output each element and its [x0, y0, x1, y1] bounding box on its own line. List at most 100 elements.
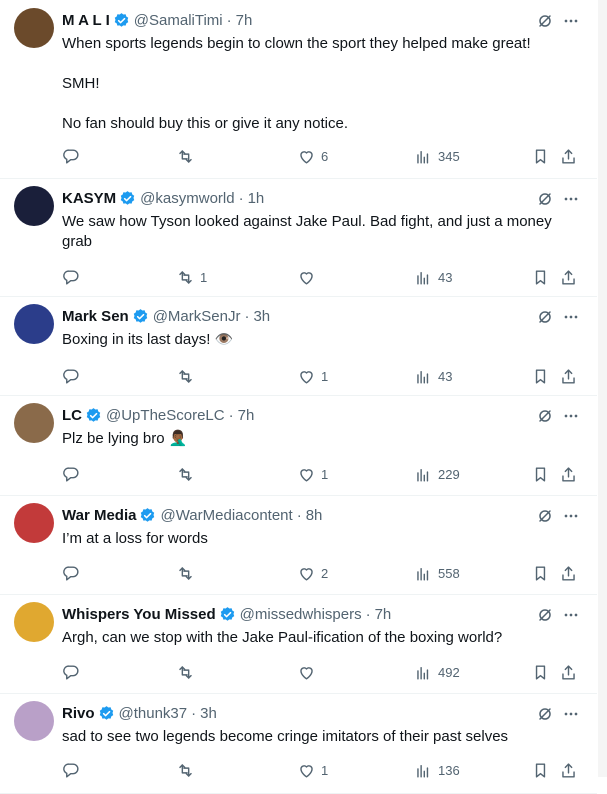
action-bar: 1 229: [62, 464, 582, 484]
author-name[interactable]: War Media: [62, 507, 136, 524]
share-button[interactable]: [559, 267, 578, 287]
share-button[interactable]: [559, 366, 578, 386]
grok-button[interactable]: [535, 307, 555, 327]
views-button[interactable]: 558: [414, 563, 460, 583]
like-button[interactable]: [297, 662, 321, 682]
views-button[interactable]: 345: [414, 146, 460, 166]
tweet-header: LC @UpTheScoreLC · 7h: [62, 405, 254, 425]
author-handle[interactable]: @WarMediacontent: [160, 507, 292, 524]
verified-badge-icon: [113, 12, 130, 29]
views-icon: [417, 271, 429, 285]
bookmark-button[interactable]: [531, 563, 550, 583]
share-button[interactable]: [559, 464, 578, 484]
timestamp[interactable]: 7h: [238, 407, 255, 424]
bookmark-button[interactable]: [531, 662, 550, 682]
share-button[interactable]: [559, 146, 578, 166]
reply-button[interactable]: [62, 464, 86, 484]
tweet: Whispers You Missed @missedwhispers · 7h Arg…: [0, 594, 597, 694]
bookmark-button[interactable]: [531, 146, 550, 166]
more-button[interactable]: [561, 506, 581, 526]
views-button[interactable]: 136: [414, 760, 460, 780]
author-name[interactable]: M A L I: [62, 12, 110, 29]
reply-button[interactable]: [62, 146, 86, 166]
retweet-button[interactable]: [176, 760, 200, 780]
like-button[interactable]: [297, 267, 321, 287]
more-button[interactable]: [561, 406, 581, 426]
author-name[interactable]: LC: [62, 407, 82, 424]
action-bar: 6 345: [62, 146, 582, 166]
verified-badge-icon: [98, 705, 115, 722]
tweet-text: We saw how Tyson looked against Jake Pau…: [62, 213, 552, 250]
author-handle[interactable]: @kasymworld: [140, 190, 234, 207]
avatar[interactable]: [14, 8, 54, 48]
grok-button[interactable]: [535, 704, 555, 724]
author-name[interactable]: KASYM: [62, 190, 116, 207]
avatar[interactable]: [14, 186, 54, 226]
more-button[interactable]: [561, 704, 581, 724]
views-button[interactable]: 229: [414, 464, 460, 484]
retweet-button[interactable]: 1: [176, 267, 207, 287]
heart-icon: [300, 150, 313, 164]
avatar[interactable]: [14, 304, 54, 344]
grok-button[interactable]: [535, 11, 555, 31]
more-button[interactable]: [561, 189, 581, 209]
avatar[interactable]: [14, 701, 54, 741]
timestamp[interactable]: 3h: [253, 308, 270, 325]
bookmark-button[interactable]: [531, 760, 550, 780]
retweet-button[interactable]: [176, 464, 200, 484]
like-button[interactable]: 1: [297, 464, 328, 484]
retweet-button[interactable]: [176, 563, 200, 583]
timestamp[interactable]: 7h: [375, 606, 392, 623]
author-handle[interactable]: @missedwhispers: [240, 606, 362, 623]
scrollbar[interactable]: [598, 0, 607, 777]
more-button[interactable]: [561, 605, 581, 625]
avatar[interactable]: [14, 403, 54, 443]
author-handle[interactable]: @UpTheScoreLC: [106, 407, 225, 424]
reply-button[interactable]: [62, 563, 86, 583]
timestamp[interactable]: 7h: [236, 12, 253, 29]
tweet: M A L I @SamaliTimi · 7h When sports legends…: [0, 0, 597, 179]
share-button[interactable]: [559, 563, 578, 583]
author-handle[interactable]: @SamaliTimi: [134, 12, 223, 29]
avatar[interactable]: [14, 602, 54, 642]
retweet-count: 1: [200, 269, 208, 285]
author-handle[interactable]: @MarkSenJr: [153, 308, 241, 325]
share-button[interactable]: [559, 662, 578, 682]
grok-button[interactable]: [535, 189, 555, 209]
timestamp[interactable]: 8h: [306, 507, 323, 524]
grok-button[interactable]: [535, 506, 555, 526]
reply-button[interactable]: [62, 267, 86, 287]
retweet-button[interactable]: [176, 146, 200, 166]
reply-button[interactable]: [62, 366, 86, 386]
like-button[interactable]: 1: [297, 366, 328, 386]
author-name[interactable]: Mark Sen: [62, 308, 129, 325]
views-button[interactable]: 43: [414, 366, 452, 386]
timestamp[interactable]: 3h: [200, 705, 217, 722]
grok-button[interactable]: [535, 605, 555, 625]
bookmark-button[interactable]: [531, 464, 550, 484]
retweet-button[interactable]: [176, 662, 200, 682]
reply-button[interactable]: [62, 662, 86, 682]
author-name[interactable]: Whispers You Missed: [62, 606, 216, 623]
grok-button[interactable]: [535, 406, 555, 426]
like-button[interactable]: 1: [297, 760, 328, 780]
bookmark-button[interactable]: [531, 366, 550, 386]
views-button[interactable]: 43: [414, 267, 452, 287]
bookmark-icon: [535, 466, 546, 482]
like-button[interactable]: 6: [297, 146, 328, 166]
timestamp[interactable]: 1h: [248, 190, 265, 207]
tweet: LC @UpTheScoreLC · 7h Plz be lying bro 🤦🏾‍♂️…: [0, 395, 597, 496]
more-button[interactable]: [561, 307, 581, 327]
more-button[interactable]: [561, 11, 581, 31]
author-name[interactable]: Rivo: [62, 705, 95, 722]
share-button[interactable]: [559, 760, 578, 780]
bookmark-button[interactable]: [531, 267, 550, 287]
action-bar: 1 43: [62, 366, 582, 386]
avatar[interactable]: [14, 503, 54, 543]
like-button[interactable]: 2: [297, 563, 328, 583]
retweet-button[interactable]: [176, 366, 200, 386]
author-handle[interactable]: @thunk37: [119, 705, 188, 722]
tweet-header: M A L I @SamaliTimi · 7h: [62, 10, 252, 30]
reply-button[interactable]: [62, 760, 86, 780]
views-button[interactable]: 492: [414, 662, 460, 682]
